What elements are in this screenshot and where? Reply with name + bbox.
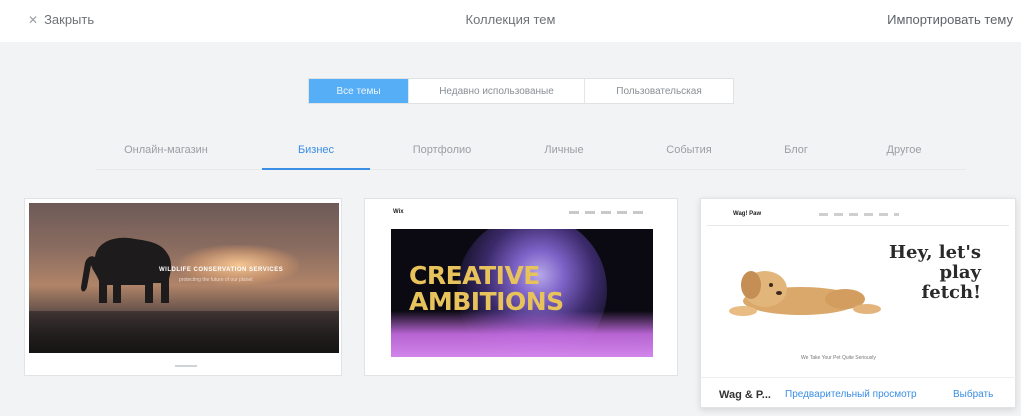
preview-nav: [819, 213, 899, 216]
preview-button[interactable]: Предварительный просмотр: [785, 389, 917, 400]
import-theme-button[interactable]: Импортировать тему: [887, 12, 1013, 27]
page-title: Коллекция тем: [465, 12, 556, 27]
category-tab-blog[interactable]: Блог: [766, 144, 826, 170]
water-reflection: [29, 311, 339, 353]
category-tab-business[interactable]: Бизнес: [262, 144, 370, 170]
category-tab-personal[interactable]: Личные: [524, 144, 604, 170]
filter-tab-custom[interactable]: Пользовательская: [585, 79, 733, 103]
preview-headline: CREATIVE AMBITIONS: [409, 261, 564, 316]
preview-headline: Hey, let's play fetch!: [889, 242, 981, 303]
theme-card-wildlife[interactable]: WILDLIFE CONSERVATION SERVICES protectin…: [24, 198, 342, 376]
theme-preview-image[interactable]: WILDLIFE CONSERVATION SERVICES protectin…: [29, 203, 339, 353]
preview-title: WILDLIFE CONSERVATION SERVICES: [159, 267, 284, 273]
preview-logo: Wag! Paw: [733, 211, 762, 217]
filter-tab-recent[interactable]: Недавно использованые: [409, 79, 585, 103]
select-button[interactable]: Выбрать: [953, 389, 993, 400]
preview-divider: [707, 225, 1009, 226]
preview-logo: Wix: [393, 209, 404, 215]
theme-card-wag[interactable]: Wag! Paw Hey, let's play fetch! We Take …: [700, 198, 1017, 409]
category-tab-other[interactable]: Другое: [864, 144, 944, 170]
category-tab-portfolio[interactable]: Портфолио: [392, 144, 492, 170]
theme-name: Wag & P...: [719, 389, 771, 401]
category-tab-events[interactable]: События: [644, 144, 734, 170]
purple-glow: [391, 311, 653, 357]
card-footer: Wag & P... Предварительный просмотр Выбр…: [701, 377, 1017, 409]
preview-nav: [569, 211, 649, 214]
category-tabs: Онлайн-магазин Бизнес Портфолио Личные С…: [96, 140, 966, 170]
theme-preview-image[interactable]: CREATIVE AMBITIONS: [391, 229, 653, 357]
card-divider: [175, 365, 197, 367]
preview-subtitle: protecting the future of our planet: [179, 277, 253, 283]
puppy-image[interactable]: [727, 255, 887, 321]
theme-card-creative[interactable]: Wix CREATIVE AMBITIONS: [364, 198, 678, 376]
top-bar: ✕ Закрыть Коллекция тем Импортировать те…: [0, 0, 1021, 42]
category-tab-online-store[interactable]: Онлайн-магазин: [96, 144, 236, 170]
theme-filter-tabs: Все темы Недавно использованые Пользоват…: [308, 78, 734, 104]
filter-tab-all[interactable]: Все темы: [309, 79, 409, 103]
preview-caption: We Take Your Pet Quite Seriously: [801, 355, 876, 361]
